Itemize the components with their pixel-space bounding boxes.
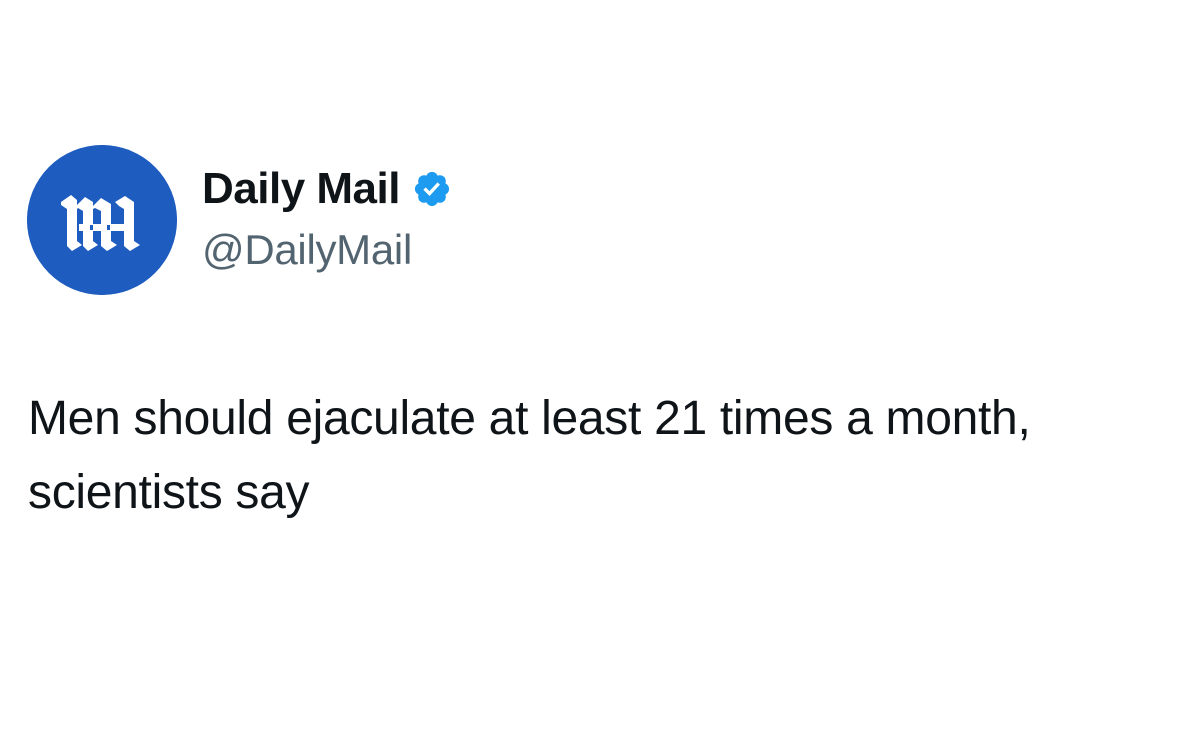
avatar[interactable] [27,145,177,295]
display-name-row: Daily Mail [202,163,452,215]
handle[interactable]: @DailyMail [202,226,412,274]
tweet-text: Men should ejaculate at least 21 times a… [28,392,1031,519]
tweet-card: Daily Mail @DailyMail Men should ejacula… [0,0,1200,746]
verified-badge-icon[interactable] [412,169,452,209]
display-name[interactable]: Daily Mail [202,164,400,214]
daily-mail-logo-icon [27,145,177,295]
